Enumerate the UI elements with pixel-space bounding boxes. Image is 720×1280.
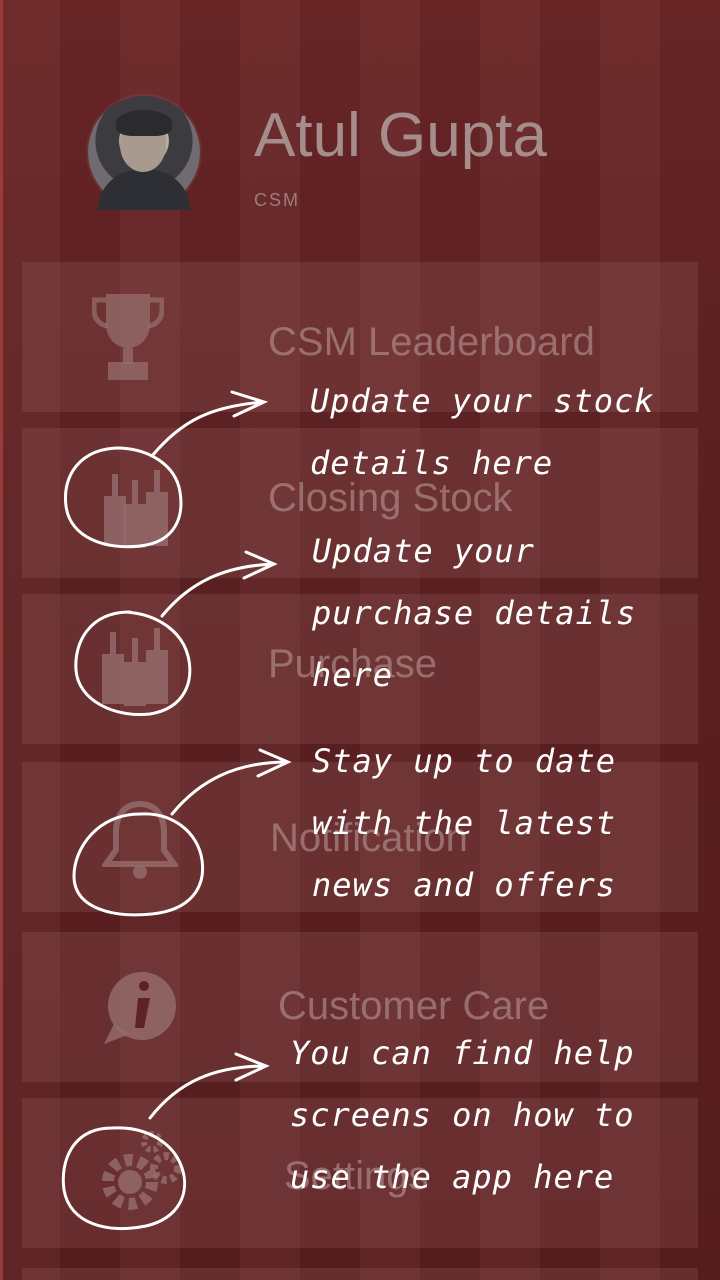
info-chat-icon bbox=[102, 970, 178, 1048]
menu-label-leaderboard: CSM Leaderboard bbox=[268, 320, 595, 364]
profile-name: Atul Gupta bbox=[254, 101, 547, 170]
coach-note-line: Update your stock bbox=[310, 382, 655, 420]
bell-icon bbox=[102, 798, 178, 882]
bottles-icon bbox=[90, 466, 174, 550]
coach-note-line: Stay up to date bbox=[312, 742, 616, 780]
coach-note-line: use the app here bbox=[290, 1158, 615, 1196]
trophy-icon bbox=[92, 290, 164, 384]
coach-note-line: details here bbox=[310, 444, 554, 482]
avatar-hair bbox=[116, 110, 172, 136]
profile-header: Atul Gupta CSM bbox=[0, 0, 720, 250]
coach-note-purchase: Update your purchase details here bbox=[312, 520, 636, 706]
coach-note-line: news and offers bbox=[312, 866, 616, 904]
coach-note-line: with the latest bbox=[312, 804, 616, 842]
avatar[interactable] bbox=[88, 96, 200, 210]
coach-note-line: screens on how to bbox=[290, 1096, 635, 1134]
coach-note-help: You can find help screens on how to use … bbox=[290, 1022, 635, 1208]
coach-note-notification: Stay up to date with the latest news and… bbox=[312, 730, 616, 916]
coach-note-stock: Update your stock details here bbox=[310, 370, 655, 494]
avatar-suit bbox=[98, 170, 190, 210]
coach-note-line: purchase details bbox=[312, 594, 637, 632]
coach-note-line: here bbox=[312, 656, 394, 694]
bottles-icon bbox=[98, 624, 182, 708]
profile-role: CSM bbox=[254, 190, 300, 210]
coach-note-line: Update your bbox=[312, 532, 535, 570]
coach-note-line: You can find help bbox=[290, 1034, 635, 1072]
gears-icon bbox=[92, 1130, 192, 1216]
menu-item-partial bbox=[22, 1268, 698, 1280]
